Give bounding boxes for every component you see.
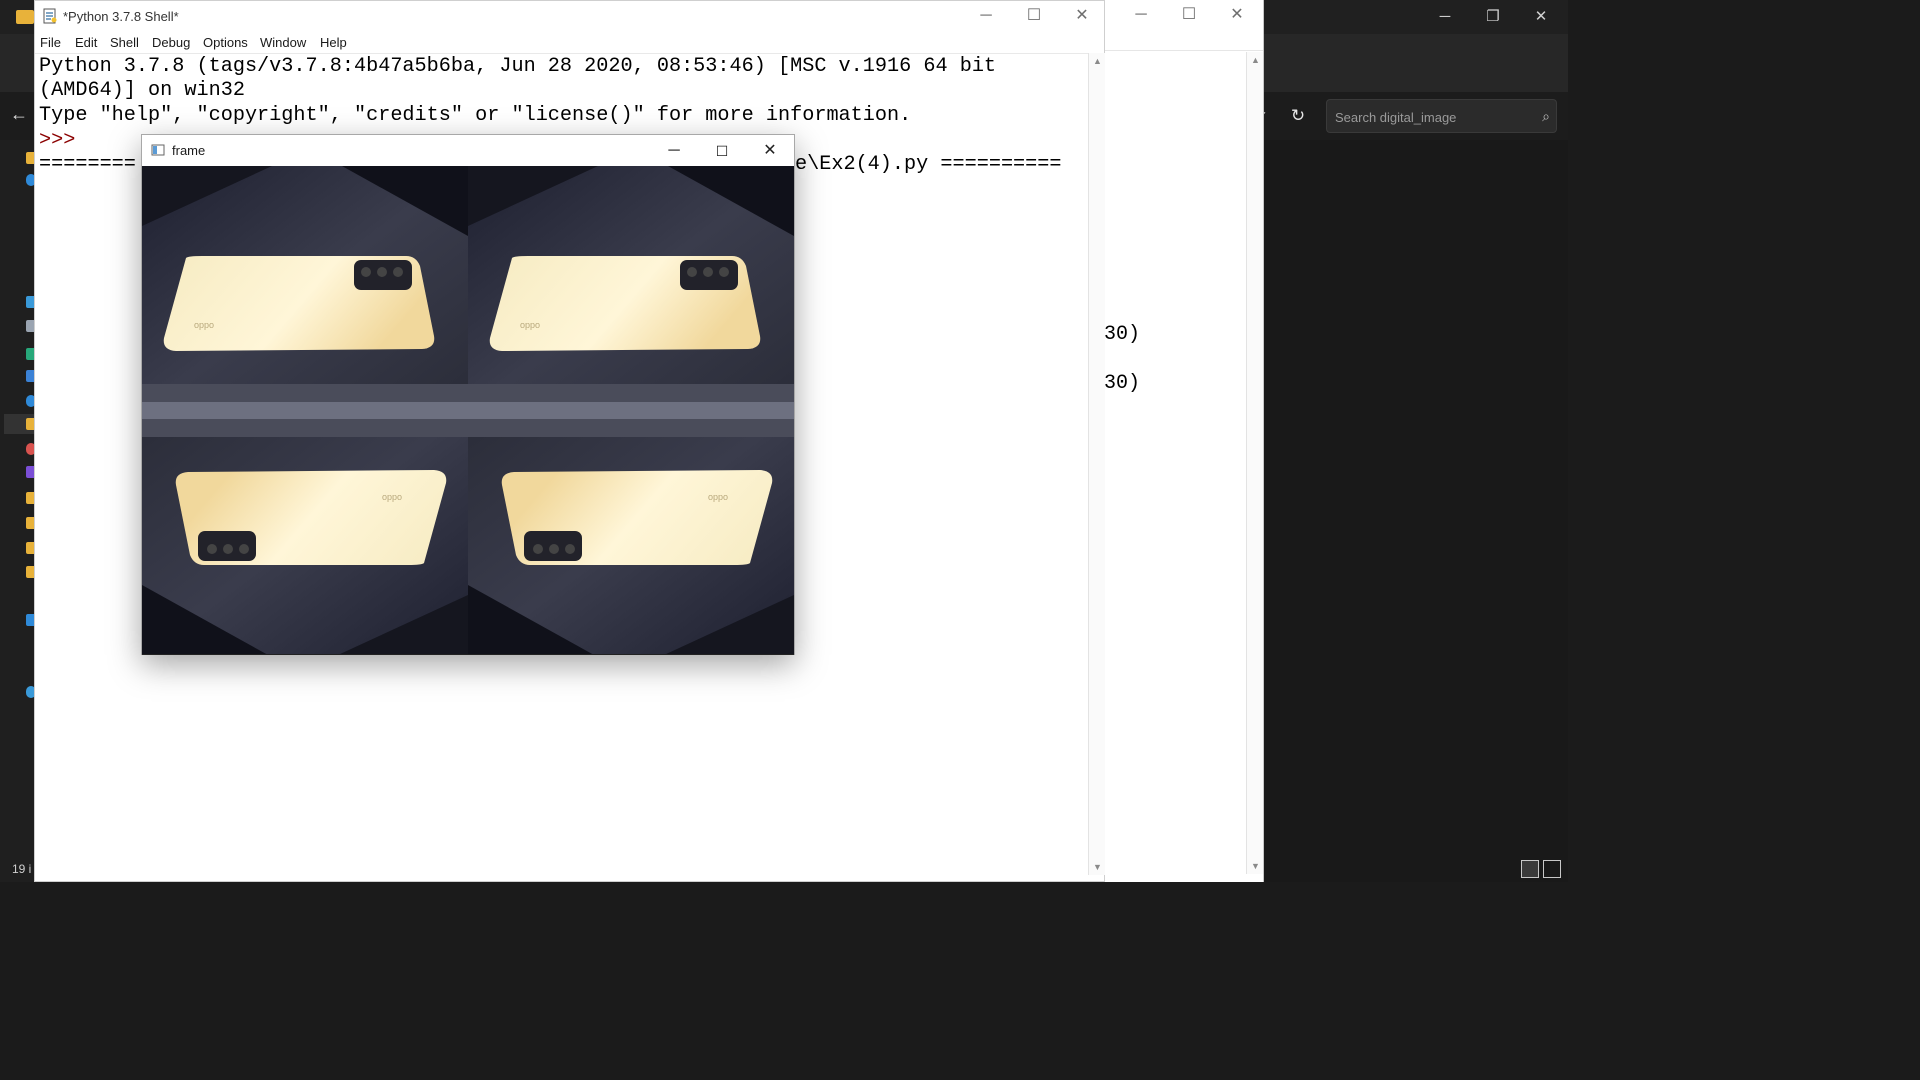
search-input[interactable] <box>1333 106 1527 128</box>
explorer-minimize-button[interactable]: ─ <box>1422 4 1468 30</box>
frame-minimize-button[interactable]: ─ <box>658 139 690 163</box>
video-frame-top-left: oppo <box>142 166 468 410</box>
editor-minimize-button[interactable]: ─ <box>1118 0 1164 30</box>
shell-title: *Python 3.7.8 Shell* <box>63 9 179 24</box>
editor-menu-divider <box>1100 50 1263 51</box>
brand-logo: oppo <box>708 492 728 502</box>
menu-help[interactable]: Help <box>320 35 347 50</box>
search-box[interactable]: ⌕ <box>1326 99 1557 133</box>
menu-bar: File Edit Shell Debug Options Window Hel… <box>35 32 1104 54</box>
editor-close-button[interactable]: ✕ <box>1214 0 1260 30</box>
shell-prompt: >>> <box>39 129 76 152</box>
console-line: Type "help", "copyright", "credits" or "… <box>39 104 912 127</box>
idle-app-icon <box>43 8 57 24</box>
restart-banner-right: e\Ex2(4).py ========== <box>795 153 1062 176</box>
phone-photo-image: oppo <box>142 166 468 410</box>
folder-icon <box>16 10 34 24</box>
shell-close-button[interactable]: ✕ <box>1059 1 1105 31</box>
console-line: Python 3.7.8 (tags/v3.7.8:4b47a5b6ba, Ju… <box>39 55 997 78</box>
phone-photo-image: oppo <box>468 166 794 410</box>
video-frame-top-right: oppo <box>468 166 794 410</box>
brand-logo: oppo <box>194 320 214 330</box>
console-line: (AMD64)] on win32 <box>39 79 245 102</box>
restart-banner-left: ======== <box>39 153 136 176</box>
editor-maximize-button[interactable]: ☐ <box>1166 0 1212 30</box>
video-frame-bottom-left: oppo <box>142 410 468 654</box>
explorer-close-button[interactable]: ✕ <box>1518 4 1564 30</box>
frame-image-canvas: oppo oppo oppo oppo <box>142 166 794 655</box>
brand-logo: oppo <box>382 492 402 502</box>
idle-editor-window: ─ ☐ ✕ 30) 30) ▲ ▼ <box>1100 0 1264 882</box>
phone-photo-image: oppo <box>142 410 468 654</box>
navigation-pane <box>0 140 34 882</box>
code-line: 30) <box>1104 323 1141 346</box>
code-line: 30) <box>1104 372 1141 395</box>
menu-file[interactable]: File <box>40 35 61 50</box>
frame-close-button[interactable]: ✕ <box>754 139 786 163</box>
frame-maximize-button[interactable]: ☐ <box>706 139 738 163</box>
frame-window-icon <box>151 144 165 156</box>
search-icon[interactable]: ⌕ <box>1542 106 1550 126</box>
shell-maximize-button[interactable]: ☐ <box>1011 1 1057 31</box>
menu-edit[interactable]: Edit <box>75 35 97 50</box>
menu-shell[interactable]: Shell <box>110 35 139 50</box>
frame-title: frame <box>172 143 206 158</box>
editor-vertical-scrollbar[interactable]: ▲ ▼ <box>1246 52 1263 874</box>
brand-logo: oppo <box>520 320 540 330</box>
details-view-button[interactable] <box>1521 860 1539 878</box>
phone-photo-image: oppo <box>468 410 794 654</box>
explorer-restore-button[interactable]: ❐ <box>1470 4 1516 30</box>
shell-minimize-button[interactable]: ─ <box>963 1 1009 31</box>
frame-window: frame ─ ☐ ✕ oppo oppo oppo oppo <box>141 134 795 655</box>
refresh-button[interactable]: ↻ <box>1284 102 1312 130</box>
menu-options[interactable]: Options <box>203 35 248 50</box>
menu-debug[interactable]: Debug <box>152 35 190 50</box>
item-count-status: 19 i <box>12 862 32 876</box>
video-frame-bottom-right: oppo <box>468 410 794 654</box>
tiles-view-button[interactable] <box>1543 860 1561 878</box>
back-arrow-icon[interactable]: ← <box>10 104 28 125</box>
menu-window[interactable]: Window <box>260 35 306 50</box>
shell-vertical-scrollbar[interactable]: ▲ ▼ <box>1088 53 1105 875</box>
